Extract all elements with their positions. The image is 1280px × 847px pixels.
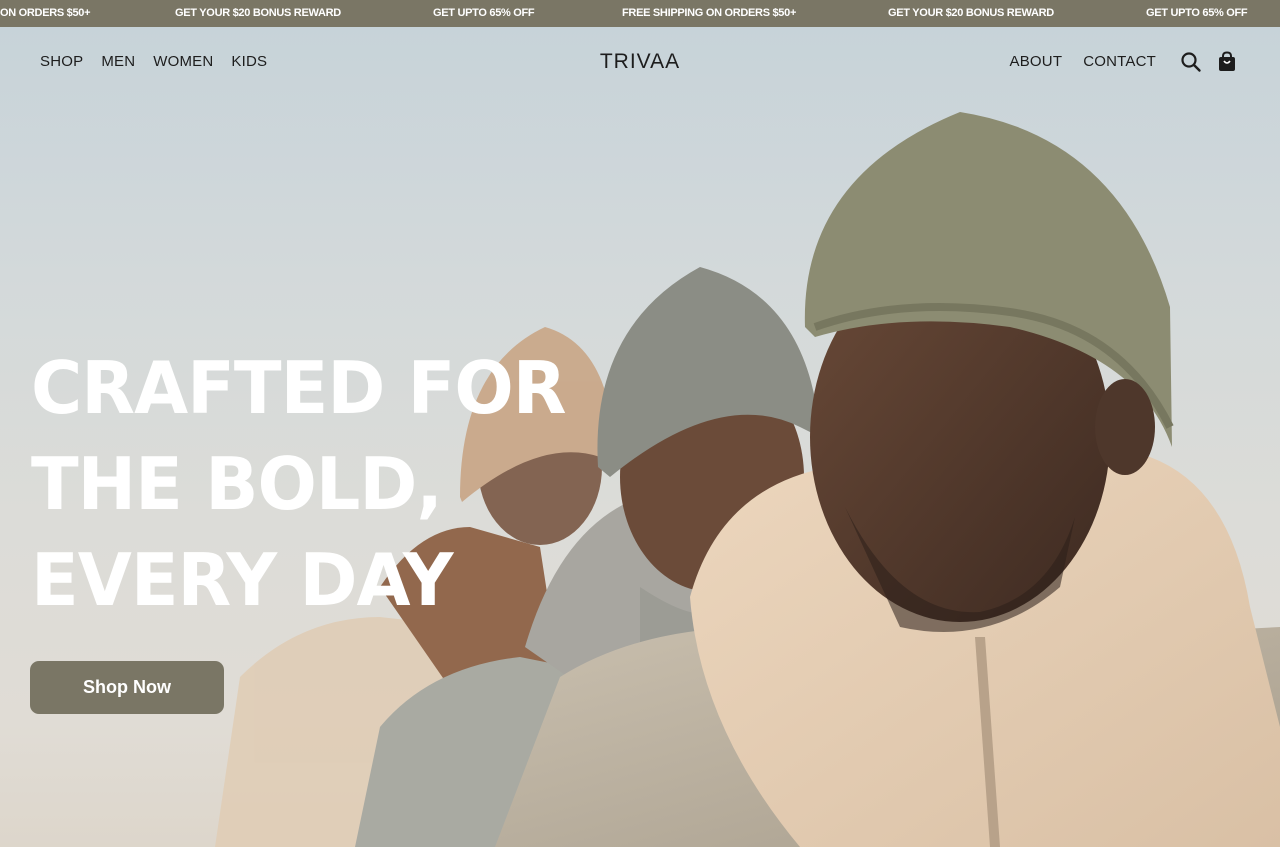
nav-link-women[interactable]: WOMEN [153, 53, 213, 70]
secondary-nav: ABOUT CONTACT [1010, 53, 1156, 70]
announcement-message: GET UPTO 65% OFF [1146, 7, 1248, 19]
hero-headline-line: CRAFTED FOR [31, 346, 567, 430]
site-logo[interactable]: TRIVAA [600, 50, 680, 73]
nav-link-shop[interactable]: SHOP [40, 53, 83, 70]
announcement-message: ON ORDERS $50+ [0, 7, 91, 19]
announcement-bar: ON ORDERS $50+ GET YOUR $20 BONUS REWARD… [0, 0, 1280, 27]
shopping-bag-icon[interactable] [1216, 51, 1238, 73]
site-header: SHOP MEN WOMEN KIDS TRIVAA ABOUT CONTACT [0, 27, 1280, 97]
hero-headline-line: THE BOLD, [31, 442, 443, 526]
search-icon[interactable] [1180, 51, 1202, 73]
primary-nav: SHOP MEN WOMEN KIDS [40, 53, 267, 70]
hero-headline-line: EVERY DAY [31, 538, 453, 622]
announcement-message: GET YOUR $20 BONUS REWARD [888, 7, 1054, 19]
announcement-message: FREE SHIPPING ON ORDERS $50+ [622, 7, 797, 19]
nav-link-contact[interactable]: CONTACT [1083, 53, 1156, 70]
front-figure [495, 112, 1280, 847]
hero-headline: CRAFTED FOR THE BOLD, EVERY DAY [31, 340, 567, 628]
announcement-message: GET UPTO 65% OFF [433, 7, 535, 19]
announcement-message: GET YOUR $20 BONUS REWARD [175, 7, 341, 19]
nav-link-men[interactable]: MEN [101, 53, 135, 70]
nav-link-kids[interactable]: KIDS [231, 53, 267, 70]
nav-link-about[interactable]: ABOUT [1010, 53, 1063, 70]
shop-now-button[interactable]: Shop Now [30, 661, 224, 714]
